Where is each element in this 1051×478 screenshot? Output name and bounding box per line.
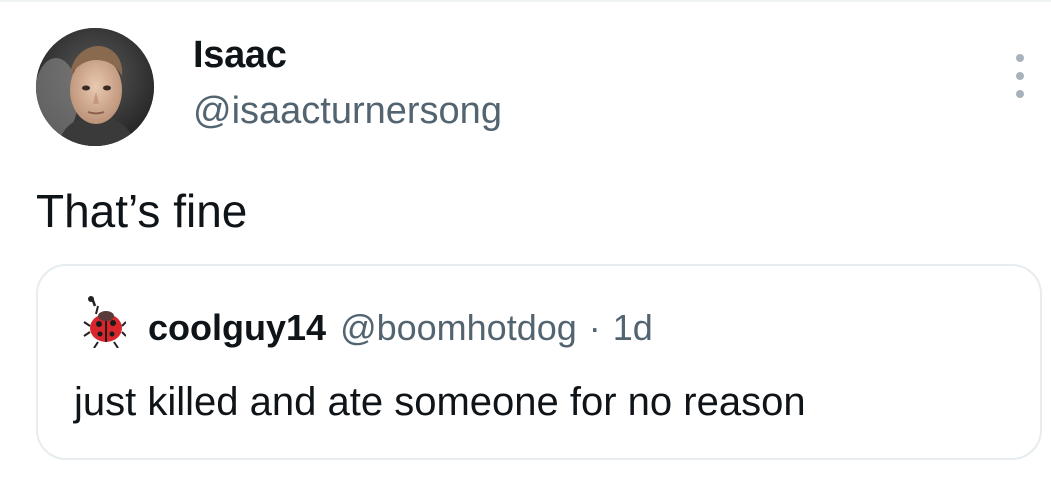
- quoted-avatar[interactable]: [82, 296, 127, 349]
- more-dot: [1016, 90, 1024, 98]
- quoted-tweet[interactable]: coolguy14 @boomhotdog · 1d just killed a…: [36, 264, 1042, 460]
- author-handle[interactable]: @isaacturnersong: [193, 92, 502, 130]
- quoted-timestamp[interactable]: 1d: [613, 310, 653, 346]
- quoted-author-name[interactable]: coolguy14: [148, 310, 326, 346]
- more-dot: [1016, 54, 1024, 62]
- quoted-text: just killed and ate someone for no reaso…: [74, 380, 806, 424]
- ladybug-icon: [83, 296, 127, 349]
- avatar-photo: [36, 28, 154, 146]
- more-options-icon[interactable]: [1008, 54, 1032, 98]
- more-dot: [1016, 72, 1024, 80]
- author-name[interactable]: Isaac: [193, 36, 287, 74]
- tweet-text: That’s fine: [36, 185, 248, 237]
- separator-dot: ·: [588, 307, 601, 348]
- quoted-header: coolguy14 @boomhotdog · 1d: [148, 310, 653, 346]
- avatar[interactable]: [36, 28, 154, 146]
- tweet: Isaac @isaacturnersong That’s fine coolg…: [0, 0, 1051, 478]
- quoted-author-handle[interactable]: @boomhotdog: [340, 310, 577, 346]
